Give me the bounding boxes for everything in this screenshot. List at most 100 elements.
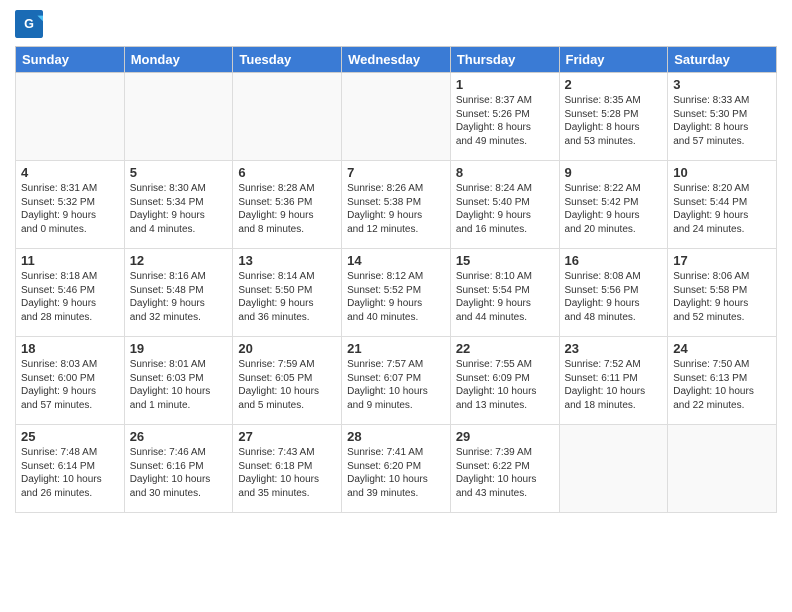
day-content: Sunrise: 8:18 AM Sunset: 5:46 PM Dayligh…: [21, 270, 119, 324]
logo: G: [15, 10, 47, 38]
weekday-header-wednesday: Wednesday: [342, 47, 451, 73]
day-number: 12: [130, 253, 228, 268]
day-number: 15: [456, 253, 554, 268]
day-number: 11: [21, 253, 119, 268]
day-number: 27: [238, 429, 336, 444]
calendar-cell: 12 Sunrise: 8:16 AM Sunset: 5:48 PM Dayli…: [124, 249, 233, 337]
calendar-cell: 20 Sunrise: 7:59 AM Sunset: 6:05 PM Dayli…: [233, 337, 342, 425]
calendar-cell: 25 Sunrise: 7:48 AM Sunset: 6:14 PM Dayli…: [16, 425, 125, 513]
day-content: Sunrise: 7:55 AM Sunset: 6:09 PM Dayligh…: [456, 358, 554, 412]
day-number: 8: [456, 165, 554, 180]
day-content: Sunrise: 7:50 AM Sunset: 6:13 PM Dayligh…: [673, 358, 771, 412]
day-number: 29: [456, 429, 554, 444]
calendar-cell: 18 Sunrise: 8:03 AM Sunset: 6:00 PM Dayli…: [16, 337, 125, 425]
calendar-week-5: 25 Sunrise: 7:48 AM Sunset: 6:14 PM Dayli…: [16, 425, 777, 513]
calendar-cell: 14 Sunrise: 8:12 AM Sunset: 5:52 PM Dayli…: [342, 249, 451, 337]
day-content: Sunrise: 8:22 AM Sunset: 5:42 PM Dayligh…: [565, 182, 663, 236]
calendar-cell: 22 Sunrise: 7:55 AM Sunset: 6:09 PM Dayli…: [450, 337, 559, 425]
calendar-cell: 23Sunrise: 7:52 AM Sunset: 6:11 PM Dayli…: [559, 337, 668, 425]
calendar-cell: 5Sunrise: 8:30 AM Sunset: 5:34 PM Daylig…: [124, 161, 233, 249]
day-content: Sunrise: 8:24 AM Sunset: 5:40 PM Dayligh…: [456, 182, 554, 236]
day-number: 26: [130, 429, 228, 444]
day-number: 10: [673, 165, 771, 180]
day-content: Sunrise: 8:31 AM Sunset: 5:32 PM Dayligh…: [21, 182, 119, 236]
day-content: Sunrise: 8:16 AM Sunset: 5:48 PM Dayligh…: [130, 270, 228, 324]
weekday-header-monday: Monday: [124, 47, 233, 73]
day-content: Sunrise: 8:10 AM Sunset: 5:54 PM Dayligh…: [456, 270, 554, 324]
calendar-cell: 3 Sunrise: 8:33 AM Sunset: 5:30 PM Daylig…: [668, 73, 777, 161]
calendar-container: G SundayMondayTuesdayWednesdayThursdayFr…: [0, 0, 792, 612]
calendar-header-row: SundayMondayTuesdayWednesdayThursdayFrid…: [16, 47, 777, 73]
calendar-week-1: 1 Sunrise: 8:37 AM Sunset: 5:26 PM Daylig…: [16, 73, 777, 161]
day-number: 3: [673, 77, 771, 92]
header: G: [15, 10, 777, 38]
day-number: 24: [673, 341, 771, 356]
calendar-week-2: 4Sunrise: 8:31 AM Sunset: 5:32 PM Daylig…: [16, 161, 777, 249]
day-number: 1: [456, 77, 554, 92]
day-content: Sunrise: 7:48 AM Sunset: 6:14 PM Dayligh…: [21, 446, 119, 500]
calendar-cell: 17 Sunrise: 8:06 AM Sunset: 5:58 PM Dayli…: [668, 249, 777, 337]
day-content: Sunrise: 8:08 AM Sunset: 5:56 PM Dayligh…: [565, 270, 663, 324]
day-content: Sunrise: 7:43 AM Sunset: 6:18 PM Dayligh…: [238, 446, 336, 500]
day-content: Sunrise: 8:33 AM Sunset: 5:30 PM Dayligh…: [673, 94, 771, 148]
day-content: Sunrise: 7:46 AM Sunset: 6:16 PM Dayligh…: [130, 446, 228, 500]
day-content: Sunrise: 8:35 AM Sunset: 5:28 PM Dayligh…: [565, 94, 663, 148]
calendar-cell: 15 Sunrise: 8:10 AM Sunset: 5:54 PM Dayli…: [450, 249, 559, 337]
day-number: 18: [21, 341, 119, 356]
weekday-header-friday: Friday: [559, 47, 668, 73]
day-content: Sunrise: 8:28 AM Sunset: 5:36 PM Dayligh…: [238, 182, 336, 236]
calendar-cell: 11 Sunrise: 8:18 AM Sunset: 5:46 PM Dayli…: [16, 249, 125, 337]
day-content: Sunrise: 8:12 AM Sunset: 5:52 PM Dayligh…: [347, 270, 445, 324]
calendar-week-4: 18 Sunrise: 8:03 AM Sunset: 6:00 PM Dayli…: [16, 337, 777, 425]
day-content: Sunrise: 7:39 AM Sunset: 6:22 PM Dayligh…: [456, 446, 554, 500]
calendar-cell: 8 Sunrise: 8:24 AM Sunset: 5:40 PM Daylig…: [450, 161, 559, 249]
day-number: 9: [565, 165, 663, 180]
calendar-cell: 24 Sunrise: 7:50 AM Sunset: 6:13 PM Dayli…: [668, 337, 777, 425]
weekday-header-tuesday: Tuesday: [233, 47, 342, 73]
calendar-cell: 6 Sunrise: 8:28 AM Sunset: 5:36 PM Daylig…: [233, 161, 342, 249]
calendar-cell: 4Sunrise: 8:31 AM Sunset: 5:32 PM Daylig…: [16, 161, 125, 249]
day-number: 2: [565, 77, 663, 92]
day-number: 21: [347, 341, 445, 356]
calendar-cell: 26 Sunrise: 7:46 AM Sunset: 6:16 PM Dayli…: [124, 425, 233, 513]
day-content: Sunrise: 7:41 AM Sunset: 6:20 PM Dayligh…: [347, 446, 445, 500]
svg-text:G: G: [24, 17, 34, 31]
calendar-cell: 13Sunrise: 8:14 AM Sunset: 5:50 PM Dayli…: [233, 249, 342, 337]
day-number: 20: [238, 341, 336, 356]
calendar-cell: [233, 73, 342, 161]
calendar-cell: 7 Sunrise: 8:26 AM Sunset: 5:38 PM Daylig…: [342, 161, 451, 249]
day-content: Sunrise: 7:59 AM Sunset: 6:05 PM Dayligh…: [238, 358, 336, 412]
day-number: 22: [456, 341, 554, 356]
day-number: 17: [673, 253, 771, 268]
day-number: 6: [238, 165, 336, 180]
day-content: Sunrise: 8:03 AM Sunset: 6:00 PM Dayligh…: [21, 358, 119, 412]
calendar-cell: 19Sunrise: 8:01 AM Sunset: 6:03 PM Dayli…: [124, 337, 233, 425]
calendar-table: SundayMondayTuesdayWednesdayThursdayFrid…: [15, 46, 777, 513]
day-content: Sunrise: 7:52 AM Sunset: 6:11 PM Dayligh…: [565, 358, 663, 412]
day-number: 7: [347, 165, 445, 180]
day-content: Sunrise: 8:20 AM Sunset: 5:44 PM Dayligh…: [673, 182, 771, 236]
calendar-week-3: 11 Sunrise: 8:18 AM Sunset: 5:46 PM Dayli…: [16, 249, 777, 337]
weekday-header-saturday: Saturday: [668, 47, 777, 73]
day-number: 25: [21, 429, 119, 444]
day-number: 14: [347, 253, 445, 268]
day-content: Sunrise: 7:57 AM Sunset: 6:07 PM Dayligh…: [347, 358, 445, 412]
calendar-cell: [559, 425, 668, 513]
calendar-cell: 28Sunrise: 7:41 AM Sunset: 6:20 PM Dayli…: [342, 425, 451, 513]
calendar-cell: 1 Sunrise: 8:37 AM Sunset: 5:26 PM Daylig…: [450, 73, 559, 161]
day-content: Sunrise: 8:01 AM Sunset: 6:03 PM Dayligh…: [130, 358, 228, 412]
calendar-cell: [16, 73, 125, 161]
day-content: Sunrise: 8:37 AM Sunset: 5:26 PM Dayligh…: [456, 94, 554, 148]
calendar-cell: 27 Sunrise: 7:43 AM Sunset: 6:18 PM Dayli…: [233, 425, 342, 513]
calendar-cell: [124, 73, 233, 161]
logo-icon: G: [15, 10, 43, 38]
calendar-cell: [668, 425, 777, 513]
day-content: Sunrise: 8:30 AM Sunset: 5:34 PM Dayligh…: [130, 182, 228, 236]
calendar-cell: 21 Sunrise: 7:57 AM Sunset: 6:07 PM Dayli…: [342, 337, 451, 425]
day-content: Sunrise: 8:14 AM Sunset: 5:50 PM Dayligh…: [238, 270, 336, 324]
weekday-header-sunday: Sunday: [16, 47, 125, 73]
day-content: Sunrise: 8:06 AM Sunset: 5:58 PM Dayligh…: [673, 270, 771, 324]
day-content: Sunrise: 8:26 AM Sunset: 5:38 PM Dayligh…: [347, 182, 445, 236]
day-number: 16: [565, 253, 663, 268]
calendar-cell: 29 Sunrise: 7:39 AM Sunset: 6:22 PM Dayli…: [450, 425, 559, 513]
